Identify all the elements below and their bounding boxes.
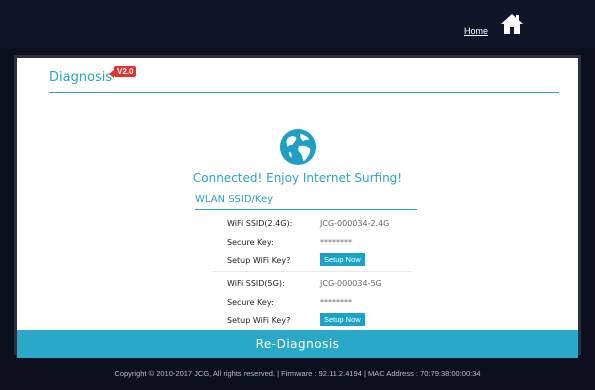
ssid-5g-row: WiFi SSID(5G): JCG-000034-5G	[227, 276, 427, 292]
ssid-24g-row: WiFi SSID(2.4G): JCG-000034-2.4G	[227, 216, 427, 232]
panel-content: Diagnosis V2.0 Connected! Enjoy Internet…	[17, 58, 578, 326]
version-badge: V2.0	[108, 66, 137, 78]
home-link[interactable]: Home	[464, 26, 488, 36]
ssid-24g-label: WiFi SSID(2.4G):	[227, 219, 293, 228]
setup-now-5g-button[interactable]: Setup Now	[320, 313, 365, 326]
wlan-section-divider	[195, 209, 417, 210]
key-5g-label: Secure Key:	[227, 298, 274, 307]
home-icon[interactable]	[500, 12, 524, 36]
key-24g-value: ********	[320, 238, 352, 247]
key-24g-row: Secure Key: ********	[227, 235, 427, 251]
setup-24g-row: Setup WiFi Key? Setup Now	[227, 253, 427, 269]
key-24g-label: Secure Key:	[227, 238, 274, 247]
band-divider	[212, 271, 412, 272]
globe-icon	[279, 128, 317, 166]
diagnosis-panel: Diagnosis V2.0 Connected! Enjoy Internet…	[14, 55, 581, 358]
rediagnosis-button[interactable]: Re-Diagnosis	[17, 330, 578, 358]
setup-5g-label: Setup WiFi Key?	[227, 316, 291, 325]
setup-now-24g-button[interactable]: Setup Now	[320, 253, 365, 266]
ssid-5g-label: WiFi SSID(5G):	[227, 279, 285, 288]
setup-24g-label: Setup WiFi Key?	[227, 256, 291, 265]
ssid-5g-value: JCG-000034-5G	[320, 279, 382, 288]
page-title: Diagnosis	[49, 70, 113, 85]
wlan-section-title: WLAN SSID/Key	[195, 194, 274, 205]
title-divider	[49, 92, 559, 93]
setup-5g-row: Setup WiFi Key? Setup Now	[227, 313, 427, 329]
connection-status: Connected! Enjoy Internet Surfing!	[192, 171, 403, 185]
key-5g-value: ********	[320, 298, 352, 307]
footer-copyright: Copyright © 2010-2017 JCG, All rights re…	[114, 369, 481, 378]
ssid-24g-value: JCG-000034-2.4G	[320, 219, 390, 228]
top-bar: Home	[0, 0, 595, 48]
key-5g-row: Secure Key: ********	[227, 295, 427, 311]
